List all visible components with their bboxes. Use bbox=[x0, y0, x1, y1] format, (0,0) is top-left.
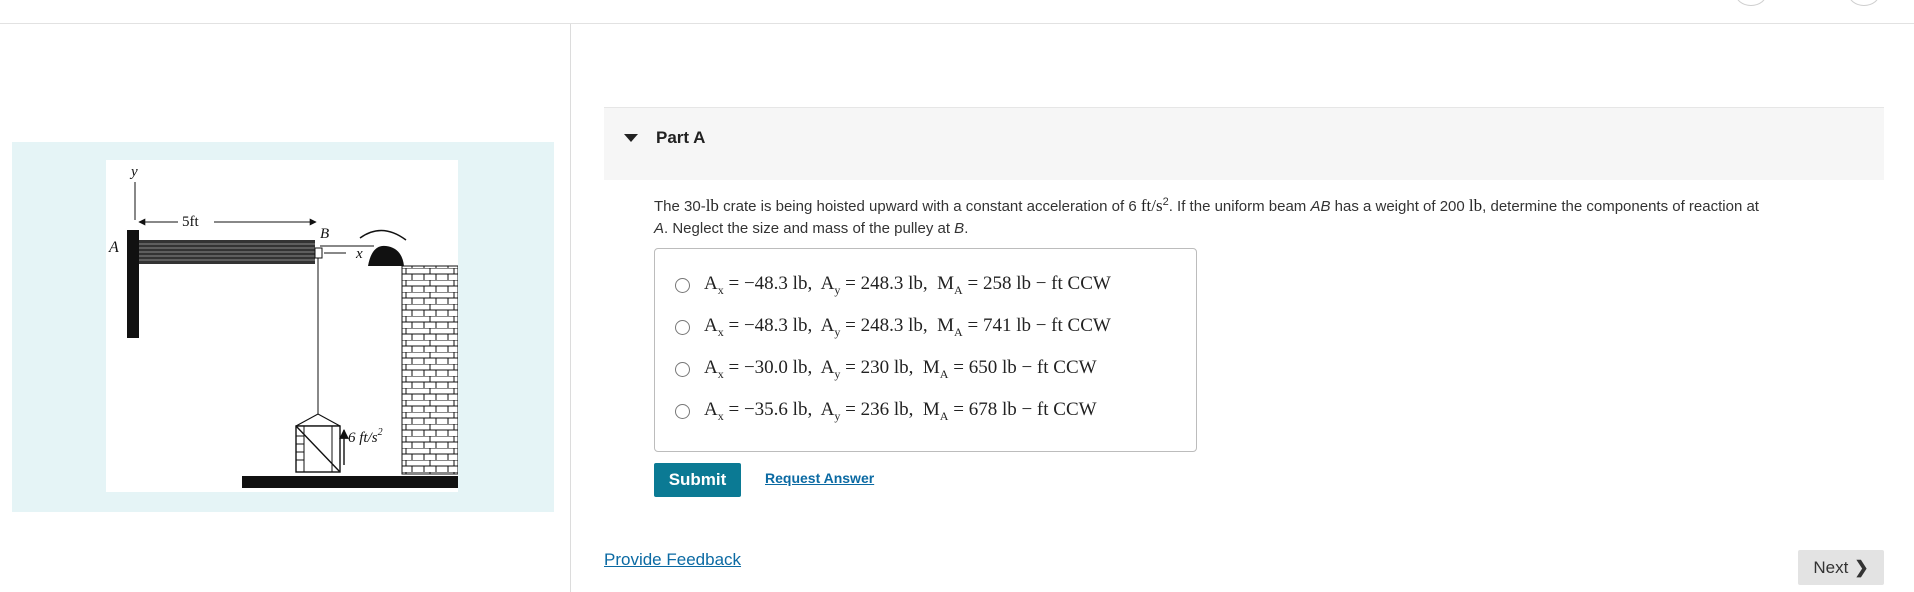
next-button[interactable]: Next ❯ bbox=[1798, 550, 1884, 585]
submit-button[interactable]: Submit bbox=[654, 463, 741, 497]
crate bbox=[295, 413, 341, 473]
part-title: Part A bbox=[656, 128, 706, 147]
dimension-label: 5ft bbox=[182, 214, 199, 230]
brick-wall bbox=[401, 265, 458, 475]
y-axis-label: y bbox=[129, 164, 138, 180]
ground bbox=[242, 476, 458, 488]
collapse-caret-icon[interactable] bbox=[624, 134, 638, 142]
beam-ab bbox=[139, 240, 315, 264]
pulley-bracket bbox=[314, 247, 323, 259]
problem-figure: y 5ft A B x 6 ft/s2 bbox=[106, 160, 458, 492]
point-a-label: A bbox=[108, 239, 119, 256]
pulley-wheel bbox=[368, 245, 404, 266]
radio-button[interactable] bbox=[675, 319, 690, 335]
next-label: Next bbox=[1813, 557, 1849, 577]
chevron-right-icon: ❯ bbox=[1854, 557, 1869, 577]
panel-divider bbox=[570, 24, 571, 592]
answer-choice[interactable]: Ax = −30.0 lb, Ay = 230 lb, MA = 650 lb … bbox=[675, 355, 1097, 383]
answer-choice[interactable]: Ax = −48.3 lb, Ay = 248.3 lb, MA = 258 l… bbox=[675, 271, 1111, 299]
question-text: The 30-lb crate is being hoisted upward … bbox=[654, 196, 1759, 237]
radio-button[interactable] bbox=[675, 277, 690, 293]
request-answer-link[interactable]: Request Answer bbox=[765, 470, 874, 486]
point-b-label: B bbox=[320, 226, 329, 242]
header-circle-button[interactable] bbox=[1848, 0, 1880, 6]
radio-button[interactable] bbox=[675, 361, 690, 377]
answer-choice[interactable]: Ax = −48.3 lb, Ay = 248.3 lb, MA = 741 l… bbox=[675, 313, 1111, 341]
radio-button[interactable] bbox=[675, 403, 690, 419]
provide-feedback-link[interactable]: Provide Feedback bbox=[604, 550, 741, 570]
x-axis-label: x bbox=[355, 246, 363, 262]
wall-a bbox=[127, 230, 139, 338]
answer-choice[interactable]: Ax = −35.6 lb, Ay = 236 lb, MA = 678 lb … bbox=[675, 397, 1097, 425]
part-a-header[interactable]: Part A bbox=[604, 107, 1884, 180]
header-divider bbox=[0, 23, 1914, 24]
answer-choices: Ax = −48.3 lb, Ay = 248.3 lb, MA = 258 l… bbox=[654, 248, 1197, 452]
pulley-guard bbox=[359, 229, 407, 241]
header-circle-button[interactable] bbox=[1735, 0, 1767, 6]
acceleration-label: 6 ft/s2 bbox=[348, 427, 383, 446]
